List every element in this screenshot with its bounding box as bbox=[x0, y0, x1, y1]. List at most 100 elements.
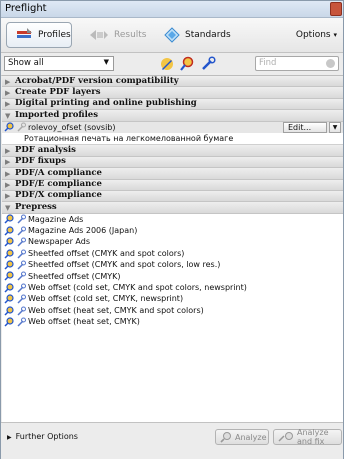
analyze-fix-icon bbox=[278, 431, 294, 443]
profile-name: Web offset (cold set, CMYK and spot colo… bbox=[28, 283, 247, 293]
options-label: Options bbox=[295, 30, 331, 40]
show-select-value: Show all bbox=[8, 58, 44, 68]
expanded-triangle-icon: ▼ bbox=[5, 202, 11, 212]
show-select[interactable]: Show all ▼ bbox=[4, 56, 114, 71]
collapsed-triangle-icon: ▶ bbox=[5, 157, 11, 167]
magnifier-icon bbox=[4, 214, 14, 224]
tab-profiles[interactable]: Profiles bbox=[6, 22, 72, 48]
magnifier-icon bbox=[4, 226, 14, 236]
category-header-imported[interactable]: ▼ Imported profiles bbox=[2, 109, 343, 122]
profile-name: Web offset (heat set, CMYK) bbox=[28, 317, 140, 327]
profile-name: Newspaper Ads bbox=[28, 237, 91, 247]
profile-name: Web offset (cold set, CMYK, newsprint) bbox=[28, 294, 184, 304]
profile-name: rolevoy_ofset (sovsib) bbox=[28, 122, 116, 132]
magnifier-icon bbox=[4, 237, 14, 247]
magnifier-icon bbox=[4, 122, 14, 132]
category-header[interactable]: ▶ Digital printing and online publishing bbox=[2, 98, 343, 111]
profile-name: Magazine Ads 2006 (Japan) bbox=[28, 226, 138, 236]
collapsed-triangle-icon: ▶ bbox=[5, 168, 11, 178]
category-header-prepress[interactable]: ▼ Prepress bbox=[2, 201, 343, 214]
wrench-icon[interactable] bbox=[200, 56, 216, 72]
collapsed-triangle-icon: ▶ bbox=[5, 180, 11, 190]
category-label: Create PDF layers bbox=[15, 86, 101, 97]
collapsed-triangle-icon: ▶ bbox=[7, 434, 12, 441]
expanded-triangle-icon: ▼ bbox=[5, 110, 11, 120]
tab-results[interactable]: Results bbox=[81, 22, 151, 48]
tab-standards-label: Standards bbox=[185, 30, 231, 40]
collapsed-triangle-icon: ▶ bbox=[5, 87, 11, 97]
profile-name: Sheetfed offset (CMYK and spot colors, l… bbox=[28, 260, 221, 270]
magnifier-icon bbox=[220, 431, 232, 443]
profile-menu-button[interactable]: ▼ bbox=[329, 121, 341, 133]
category-header[interactable]: ▶ PDF/A compliance bbox=[2, 167, 343, 180]
profile-description: Ротационная печать на легкомелованной бу… bbox=[2, 133, 343, 146]
tab-results-label: Results bbox=[114, 30, 147, 40]
wrench-icon bbox=[16, 237, 26, 247]
category-label: Digital printing and online publishing bbox=[15, 98, 197, 109]
wrench-icon bbox=[16, 306, 26, 316]
list-item[interactable]: Web offset (heat set, CMYK) bbox=[2, 316, 343, 327]
category-header[interactable]: ▶ PDF fixups bbox=[2, 156, 343, 169]
category-header[interactable]: ▶ Acrobat/PDF version compatibility bbox=[2, 75, 343, 88]
category-label: PDF/E compliance bbox=[15, 179, 102, 190]
profile-name: Sheetfed offset (CMYK) bbox=[28, 271, 121, 281]
list-item[interactable]: Web offset (heat set, CMYK and spot colo… bbox=[2, 305, 343, 316]
category-label: PDF analysis bbox=[15, 144, 76, 155]
category-label: PDF/A compliance bbox=[15, 167, 102, 178]
prepress-list: Magazine Ads Magazine Ads 2006 (Japan) New… bbox=[2, 214, 343, 328]
pen-tool-icon[interactable] bbox=[159, 56, 175, 72]
collapsed-triangle-icon: ▶ bbox=[5, 145, 11, 155]
search-placeholder: Find bbox=[259, 58, 277, 68]
magnifier-icon[interactable] bbox=[179, 56, 195, 72]
title-bar: Preflight bbox=[1, 1, 343, 18]
list-item[interactable]: Web offset (cold set, CMYK and spot colo… bbox=[2, 282, 343, 293]
magnifier-icon bbox=[4, 305, 14, 316]
category-header[interactable]: ▶ PDF/X compliance bbox=[2, 190, 343, 203]
analyze-and-fix-button[interactable]: Analyze and fix bbox=[273, 428, 342, 446]
chevron-down-icon: ▾ bbox=[333, 31, 337, 39]
collapsed-triangle-icon: ▶ bbox=[5, 191, 11, 201]
further-options-toggle[interactable]: ▶ Further Options bbox=[7, 432, 78, 441]
list-item[interactable]: Sheetfed offset (CMYK and spot colors) bbox=[2, 248, 343, 259]
analyze-button[interactable]: Analyze bbox=[215, 429, 269, 445]
window-title: Preflight bbox=[5, 3, 47, 14]
edit-button[interactable]: Edit... bbox=[283, 121, 327, 133]
magnifier-icon bbox=[4, 317, 14, 327]
tab-standards[interactable]: Standards bbox=[156, 22, 236, 48]
toolbar: Profiles Results Standards Options ▾ bbox=[1, 18, 343, 53]
profile-name: Web offset (heat set, CMYK and spot colo… bbox=[28, 305, 204, 315]
list-item-selected[interactable]: rolevoy_ofset (sovsib) Edit... ▼ bbox=[2, 121, 343, 133]
category-header[interactable]: ▶ PDF/E compliance bbox=[2, 179, 343, 191]
search-input[interactable]: Find bbox=[255, 56, 339, 71]
list-item[interactable]: Sheetfed offset (CMYK and spot colors, l… bbox=[2, 259, 343, 270]
category-header[interactable]: ▶ PDF analysis bbox=[2, 144, 343, 157]
list-item[interactable]: Newspaper Ads bbox=[2, 236, 343, 247]
wrench-icon bbox=[16, 260, 26, 270]
options-menu[interactable]: Options ▾ bbox=[296, 30, 337, 40]
category-label: Acrobat/PDF version compatibility bbox=[15, 75, 179, 86]
profile-name: Magazine Ads bbox=[28, 214, 84, 224]
list-item[interactable]: Magazine Ads 2006 (Japan) bbox=[2, 225, 343, 236]
list-item[interactable]: Web offset (cold set, CMYK, newsprint) bbox=[2, 293, 343, 304]
magnifier-icon bbox=[4, 248, 14, 259]
wrench-icon bbox=[16, 317, 26, 327]
category-label: Prepress bbox=[15, 201, 57, 212]
category-header[interactable]: ▶ Create PDF layers bbox=[2, 86, 343, 99]
category-label: Imported profiles bbox=[15, 109, 98, 120]
list-item[interactable]: Sheetfed offset (CMYK) bbox=[2, 271, 343, 282]
preflight-window: Preflight Profiles Results Standards Opt… bbox=[0, 0, 344, 459]
further-options-label: Further Options bbox=[15, 432, 78, 441]
collapsed-triangle-icon: ▶ bbox=[5, 99, 11, 109]
magnifier-icon bbox=[4, 271, 14, 281]
category-label: PDF/X compliance bbox=[15, 190, 102, 201]
collapsed-triangle-icon: ▶ bbox=[5, 76, 11, 86]
list-item[interactable]: Magazine Ads bbox=[2, 214, 343, 225]
wrench-icon bbox=[16, 294, 26, 304]
analyze-fix-label: Analyze and fix bbox=[297, 428, 329, 446]
category-label: PDF fixups bbox=[15, 156, 66, 167]
clear-search-icon[interactable] bbox=[326, 59, 335, 68]
close-icon[interactable] bbox=[330, 2, 342, 16]
results-icon bbox=[89, 28, 109, 42]
wrench-icon bbox=[16, 249, 26, 259]
bottom-bar: ▶ Further Options Analyze Analyze and fix bbox=[1, 422, 343, 459]
